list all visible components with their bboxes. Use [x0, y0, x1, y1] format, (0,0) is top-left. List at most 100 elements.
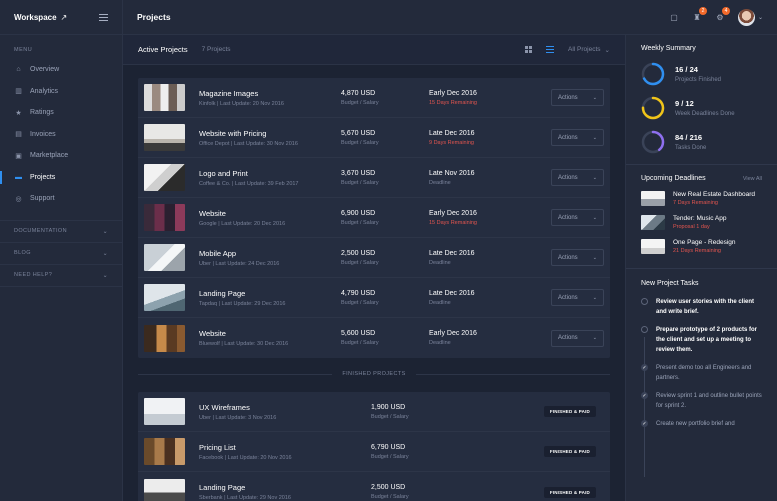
- check-icon[interactable]: ✓: [641, 420, 648, 427]
- deadline-thumbnail: [641, 215, 665, 230]
- table-row[interactable]: Pricing List Facebook | Last Update: 20 …: [138, 432, 610, 472]
- actions-dropdown[interactable]: Actions ⌄: [551, 129, 604, 146]
- project-name[interactable]: UX Wireframes: [199, 403, 341, 412]
- actions-dropdown[interactable]: Actions ⌄: [551, 289, 604, 306]
- lifebuoy-icon: ◎: [15, 195, 22, 203]
- briefcase-icon[interactable]: ▢: [669, 12, 679, 22]
- actions-dropdown[interactable]: Actions ⌄: [551, 249, 604, 266]
- project-name[interactable]: Mobile App: [199, 249, 341, 258]
- brand-name[interactable]: Workspace: [14, 13, 57, 22]
- task-item[interactable]: ✓ Review sprint 1 and outline bullet poi…: [641, 391, 762, 411]
- bar-chart-icon: ▥: [15, 88, 22, 96]
- project-due: Late Dec 2016: [429, 249, 475, 257]
- table-row[interactable]: Website Google | Last Update: 20 Dec 201…: [138, 198, 610, 238]
- notifications-icon[interactable]: ♜ 2: [692, 7, 707, 22]
- brand-bar: Workspace ↗: [0, 0, 122, 35]
- finished-paid-badge: FINISHED & PAID: [543, 486, 596, 498]
- project-amount: 3,670 USD: [341, 169, 376, 177]
- project-name[interactable]: Landing Page: [199, 289, 341, 298]
- amount-label: Budget / Salary: [371, 453, 409, 460]
- project-update: Last Update: 30 Nov 2016: [233, 140, 298, 147]
- sidebar-item-overview[interactable]: ⌂ Overview: [0, 59, 122, 81]
- sidebar-item-label: Invoices: [30, 130, 56, 138]
- project-amount: 5,600 USD: [341, 330, 376, 337]
- sidebar-item-label: Overview: [30, 66, 60, 74]
- sidebar-item-support[interactable]: ◎ Support: [0, 188, 122, 210]
- table-row[interactable]: Magazine Images Kinfolk | Last Update: 2…: [138, 78, 610, 118]
- project-name[interactable]: Website: [199, 209, 341, 218]
- project-filter-select[interactable]: All Projects ⌄: [568, 46, 610, 54]
- sidebar: Workspace ↗ MENU ⌂ Overview ▥ Analytics ★ …: [0, 0, 123, 501]
- table-row[interactable]: Website with Pricing Office Depot | Last…: [138, 118, 610, 158]
- sidebar-section-1[interactable]: BLOG ⌄: [0, 243, 122, 265]
- project-name[interactable]: Website with Pricing: [199, 129, 341, 138]
- project-name[interactable]: Website: [199, 329, 341, 338]
- table-row[interactable]: Landing Page Sberbank | Last Update: 29 …: [138, 472, 610, 501]
- upcoming-deadline-item[interactable]: New Real Estate Dashboard 7 Days Remaini…: [641, 191, 762, 206]
- avatar[interactable]: [737, 8, 755, 26]
- active-projects-title: Active Projects: [138, 45, 188, 54]
- table-row[interactable]: Mobile App Uber | Last Update: 24 Dec 20…: [138, 238, 610, 278]
- finished-paid-badge: FINISHED & PAID: [543, 406, 596, 417]
- table-row[interactable]: Landing Page Tapdaq | Last Update: 29 De…: [138, 278, 610, 318]
- actions-dropdown[interactable]: Actions ⌄: [551, 169, 604, 186]
- actions-label: Actions: [558, 214, 578, 221]
- upcoming-deadlines-title: Upcoming Deadlines: [641, 175, 706, 182]
- task-status-icon[interactable]: [641, 298, 648, 305]
- sidebar-item-projects[interactable]: ▬ Projects: [0, 167, 122, 189]
- grid-view-icon[interactable]: [525, 46, 533, 53]
- project-name[interactable]: Pricing List: [199, 443, 341, 452]
- actions-dropdown[interactable]: Actions ⌄: [551, 89, 604, 106]
- project-thumbnail: [144, 438, 185, 465]
- project-update: Last Update: 39 Feb 2017: [234, 180, 299, 187]
- task-status-icon[interactable]: [641, 326, 648, 333]
- sidebar-item-analytics[interactable]: ▥ Analytics: [0, 81, 122, 103]
- sidebar-item-label: Support: [30, 195, 55, 203]
- view-all-link[interactable]: View All: [743, 176, 762, 182]
- task-item[interactable]: Prepare prototype of 2 products for the …: [641, 325, 762, 355]
- topbar: Projects ▢ ♜ 2 ⚙ 4 ⌄: [123, 0, 777, 35]
- project-client: Sberbank: [199, 495, 223, 501]
- project-name[interactable]: Logo and Print: [199, 169, 341, 178]
- table-row[interactable]: Logo and Print Coffee & Co. | Last Updat…: [138, 158, 610, 198]
- project-update: Last Update: 29 Nov 2016: [227, 495, 291, 501]
- project-thumbnail: [144, 284, 185, 311]
- list-view-icon[interactable]: [546, 46, 555, 53]
- task-item[interactable]: ✓ Create new portfolio brief and: [641, 419, 762, 429]
- hamburger-menu-icon[interactable]: [99, 13, 108, 21]
- project-thumbnail: [144, 164, 185, 191]
- chevron-down-icon: ⌄: [592, 294, 597, 301]
- project-thumbnail: [144, 398, 185, 425]
- upcoming-deadline-item[interactable]: Tender: Music App Proposal 1 day: [641, 215, 762, 230]
- sidebar-section-2[interactable]: NEED HELP? ⌄: [0, 265, 122, 287]
- sidebar-item-marketplace[interactable]: ▣ Marketplace: [0, 145, 122, 167]
- sidebar-item-ratings[interactable]: ★ Ratings: [0, 102, 122, 124]
- check-icon[interactable]: ✓: [641, 392, 648, 399]
- weekly-stat: 9 / 12 Week Deadlines Done: [641, 96, 762, 120]
- project-thumbnail: [144, 84, 185, 111]
- actions-dropdown[interactable]: Actions ⌄: [551, 329, 604, 347]
- sidebar-section-0[interactable]: DOCUMENTATION ⌄: [0, 221, 122, 243]
- user-menu[interactable]: ⌄: [737, 8, 763, 26]
- sidebar-item-label: Analytics: [30, 87, 59, 95]
- project-thumbnail: [144, 204, 185, 231]
- sidebar-item-invoices[interactable]: ▤ Invoices: [0, 124, 122, 146]
- messages-icon[interactable]: ⚙ 4: [715, 7, 730, 22]
- task-item[interactable]: ✓ Present demo too all Engineers and par…: [641, 363, 762, 383]
- actions-dropdown[interactable]: Actions ⌄: [551, 209, 604, 226]
- amount-label: Budget / Salary: [341, 139, 379, 146]
- sidebar-item-label: Marketplace: [30, 152, 69, 160]
- chevron-down-icon: ⌄: [592, 254, 597, 261]
- project-name[interactable]: Magazine Images: [199, 89, 341, 98]
- task-item[interactable]: Review user stories with the client and …: [641, 297, 762, 317]
- project-due: Early Dec 2016: [429, 209, 477, 217]
- table-row[interactable]: Website Bluewolf | Last Update: 30 Dec 2…: [138, 318, 610, 358]
- amount-label: Budget / Salary: [341, 99, 379, 106]
- project-name[interactable]: Landing Page: [199, 483, 341, 492]
- project-update: Last Update: 24 Dec 2016: [215, 260, 280, 267]
- table-row[interactable]: UX Wireframes Uber | Last Update: 3 Nov …: [138, 392, 610, 432]
- active-projects-list: Magazine Images Kinfolk | Last Update: 2…: [138, 78, 610, 358]
- project-thumbnail: [144, 478, 185, 501]
- upcoming-deadline-item[interactable]: One Page - Redesign 21 Days Remaining: [641, 239, 762, 254]
- check-icon[interactable]: ✓: [641, 364, 648, 371]
